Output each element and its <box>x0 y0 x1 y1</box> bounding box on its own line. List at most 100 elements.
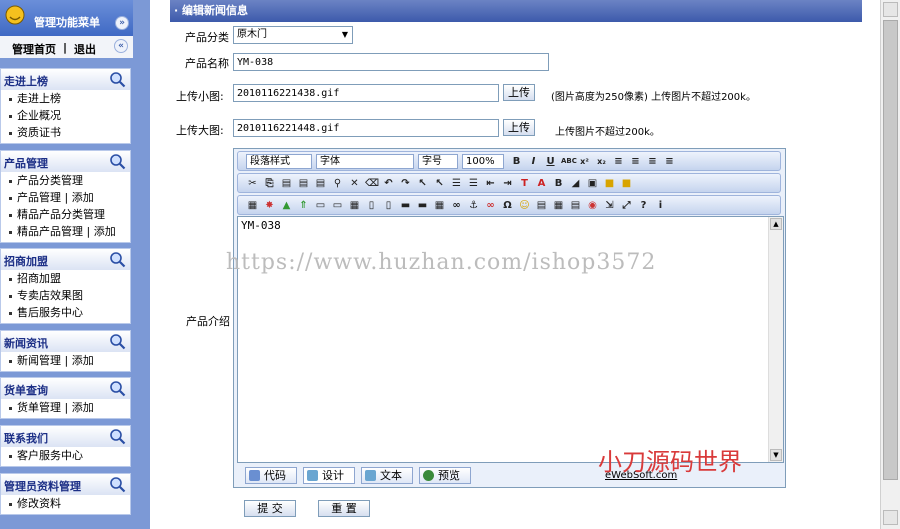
menu-group-header[interactable]: 新闻资讯 <box>1 331 130 352</box>
background-color-icon[interactable]: B <box>552 177 565 190</box>
pointer-icon[interactable]: ↖ <box>433 177 446 190</box>
symbol-icon[interactable]: Ω <box>501 199 514 212</box>
form-icon[interactable]: ▭ <box>331 199 344 212</box>
paste-icon[interactable]: ▤ <box>280 177 293 190</box>
big-image-field[interactable] <box>233 119 499 137</box>
menu-item[interactable]: 售后服务中心 <box>1 304 130 321</box>
menu-item[interactable]: 产品管理 | 添加 <box>1 189 130 206</box>
page-scroll-up[interactable] <box>883 2 898 17</box>
align-center-icon[interactable]: ≡ <box>629 155 642 168</box>
bold-icon[interactable]: B <box>510 155 523 168</box>
info-icon[interactable]: i <box>654 199 667 212</box>
zoom-select[interactable]: 100% <box>462 154 504 169</box>
outdent-icon[interactable]: ⇤ <box>484 177 497 190</box>
menu-group-header[interactable]: 货单查询 <box>1 378 130 399</box>
table-icon[interactable]: ▭ <box>314 199 327 212</box>
grid-icon[interactable]: ▦ <box>348 199 361 212</box>
name-field[interactable] <box>233 53 549 71</box>
indent-icon[interactable]: ⇥ <box>501 177 514 190</box>
menu-group-header[interactable]: 联系我们 <box>1 426 130 447</box>
font-select[interactable]: 字体 <box>316 154 414 169</box>
link-icon[interactable]: ∞ <box>450 199 463 212</box>
menu-item[interactable]: 企业概况 <box>1 107 130 124</box>
flash-icon[interactable]: ✸ <box>263 199 276 212</box>
eraser-icon[interactable]: ⌫ <box>365 177 379 190</box>
clear-format-icon[interactable]: ◢ <box>569 177 582 190</box>
menu-item[interactable]: 产品分类管理 <box>1 172 130 189</box>
page-scroll-down[interactable] <box>883 510 898 525</box>
hide-sidebar-button[interactable]: « <box>114 39 128 53</box>
paste-word-icon[interactable]: ▤ <box>314 177 327 190</box>
help-icon[interactable]: ? <box>637 199 650 212</box>
paragraph-icon[interactable]: ▤ <box>569 199 582 212</box>
menu-item[interactable]: 货单管理 | 添加 <box>1 399 130 416</box>
menu-item[interactable]: 修改资料 <box>1 495 130 512</box>
template-icon[interactable]: ▯ <box>382 199 395 212</box>
menu-item[interactable]: 走进上榜 <box>1 90 130 107</box>
marquee-icon[interactable]: ▬ <box>416 199 429 212</box>
menu-group-header[interactable]: 招商加盟 <box>1 249 130 270</box>
italic-icon[interactable]: I <box>527 155 540 168</box>
align-left-icon[interactable]: ≡ <box>612 155 625 168</box>
editor-scrollbar[interactable]: ▲ ▼ <box>768 217 783 462</box>
page-scrollbar[interactable] <box>880 0 900 529</box>
copy-icon[interactable]: ⎘ <box>263 177 276 190</box>
background-icon[interactable]: ▦ <box>552 199 565 212</box>
layer-icon[interactable]: ■ <box>603 177 616 190</box>
editor-content[interactable]: YM-038 <box>241 219 281 232</box>
media-icon[interactable]: ▲ <box>280 199 293 212</box>
maximize-icon[interactable]: ⤢ <box>620 199 633 212</box>
unlink-icon[interactable]: ∞ <box>484 199 497 212</box>
tab-code[interactable]: 代码 <box>245 467 297 484</box>
image-icon[interactable]: ▦ <box>246 199 259 212</box>
ordered-list-icon[interactable]: ☰ <box>450 177 463 190</box>
find-icon[interactable]: ⚲ <box>331 177 344 190</box>
subscript-icon[interactable]: x₂ <box>595 155 608 168</box>
tab-preview[interactable]: 预览 <box>419 467 471 484</box>
emoticon-icon[interactable]: ☺ <box>518 199 531 212</box>
strikethrough-icon[interactable]: ABC <box>561 155 577 168</box>
undo-icon[interactable]: ↶ <box>382 177 395 190</box>
special-icon[interactable]: ▤ <box>535 199 548 212</box>
small-image-field[interactable] <box>233 84 499 102</box>
underline-icon[interactable]: U <box>544 155 557 168</box>
menu-item[interactable]: 精品产品分类管理 <box>1 206 130 223</box>
nav-home-link[interactable]: 管理首页 <box>12 41 56 57</box>
tab-text[interactable]: 文本 <box>361 467 413 484</box>
highlight-icon[interactable]: A <box>535 177 548 190</box>
bug-icon[interactable]: ◉ <box>586 199 599 212</box>
menu-group-header[interactable]: 产品管理 <box>1 151 130 172</box>
upload-big-button[interactable]: 上传 <box>503 119 535 136</box>
scroll-up-icon[interactable]: ▲ <box>770 218 782 230</box>
page-scroll-thumb[interactable] <box>883 20 898 480</box>
import-icon[interactable]: ⇲ <box>603 199 616 212</box>
nav-exit-link[interactable]: 退出 <box>74 41 96 57</box>
collapse-menu-button[interactable]: » <box>115 16 129 30</box>
select-icon[interactable]: ↖ <box>416 177 429 190</box>
menu-item[interactable]: 资质证书 <box>1 124 130 141</box>
upload-icon[interactable]: ⇑ <box>297 199 310 212</box>
page-icon[interactable]: ▯ <box>365 199 378 212</box>
menu-group-header[interactable]: 走进上榜 <box>1 69 130 90</box>
upload-small-button[interactable]: 上传 <box>503 84 535 101</box>
box-icon[interactable]: ▣ <box>586 177 599 190</box>
hr-icon[interactable]: ▬ <box>399 199 412 212</box>
align-right-icon[interactable]: ≡ <box>646 155 659 168</box>
justify-icon[interactable]: ≡ <box>663 155 676 168</box>
cut-icon[interactable]: ✂ <box>246 177 259 190</box>
redo-icon[interactable]: ↷ <box>399 177 412 190</box>
menu-item[interactable]: 精品产品管理 | 添加 <box>1 223 130 240</box>
layers-icon[interactable]: ■ <box>620 177 633 190</box>
menu-item[interactable]: 客户服务中心 <box>1 447 130 464</box>
text-color-icon[interactable]: T <box>518 177 531 190</box>
date-icon[interactable]: ▦ <box>433 199 446 212</box>
menu-item[interactable]: 招商加盟 <box>1 270 130 287</box>
category-select[interactable]: 原木门 ▼ <box>233 26 353 44</box>
submit-button[interactable]: 提 交 <box>244 500 296 517</box>
superscript-icon[interactable]: x² <box>578 155 591 168</box>
paragraph-style-select[interactable]: 段落样式 <box>246 154 312 169</box>
menu-item[interactable]: 新闻管理 | 添加 <box>1 352 130 369</box>
paste-text-icon[interactable]: ▤ <box>297 177 310 190</box>
menu-item[interactable]: 专卖店效果图 <box>1 287 130 304</box>
font-size-select[interactable]: 字号 <box>418 154 458 169</box>
